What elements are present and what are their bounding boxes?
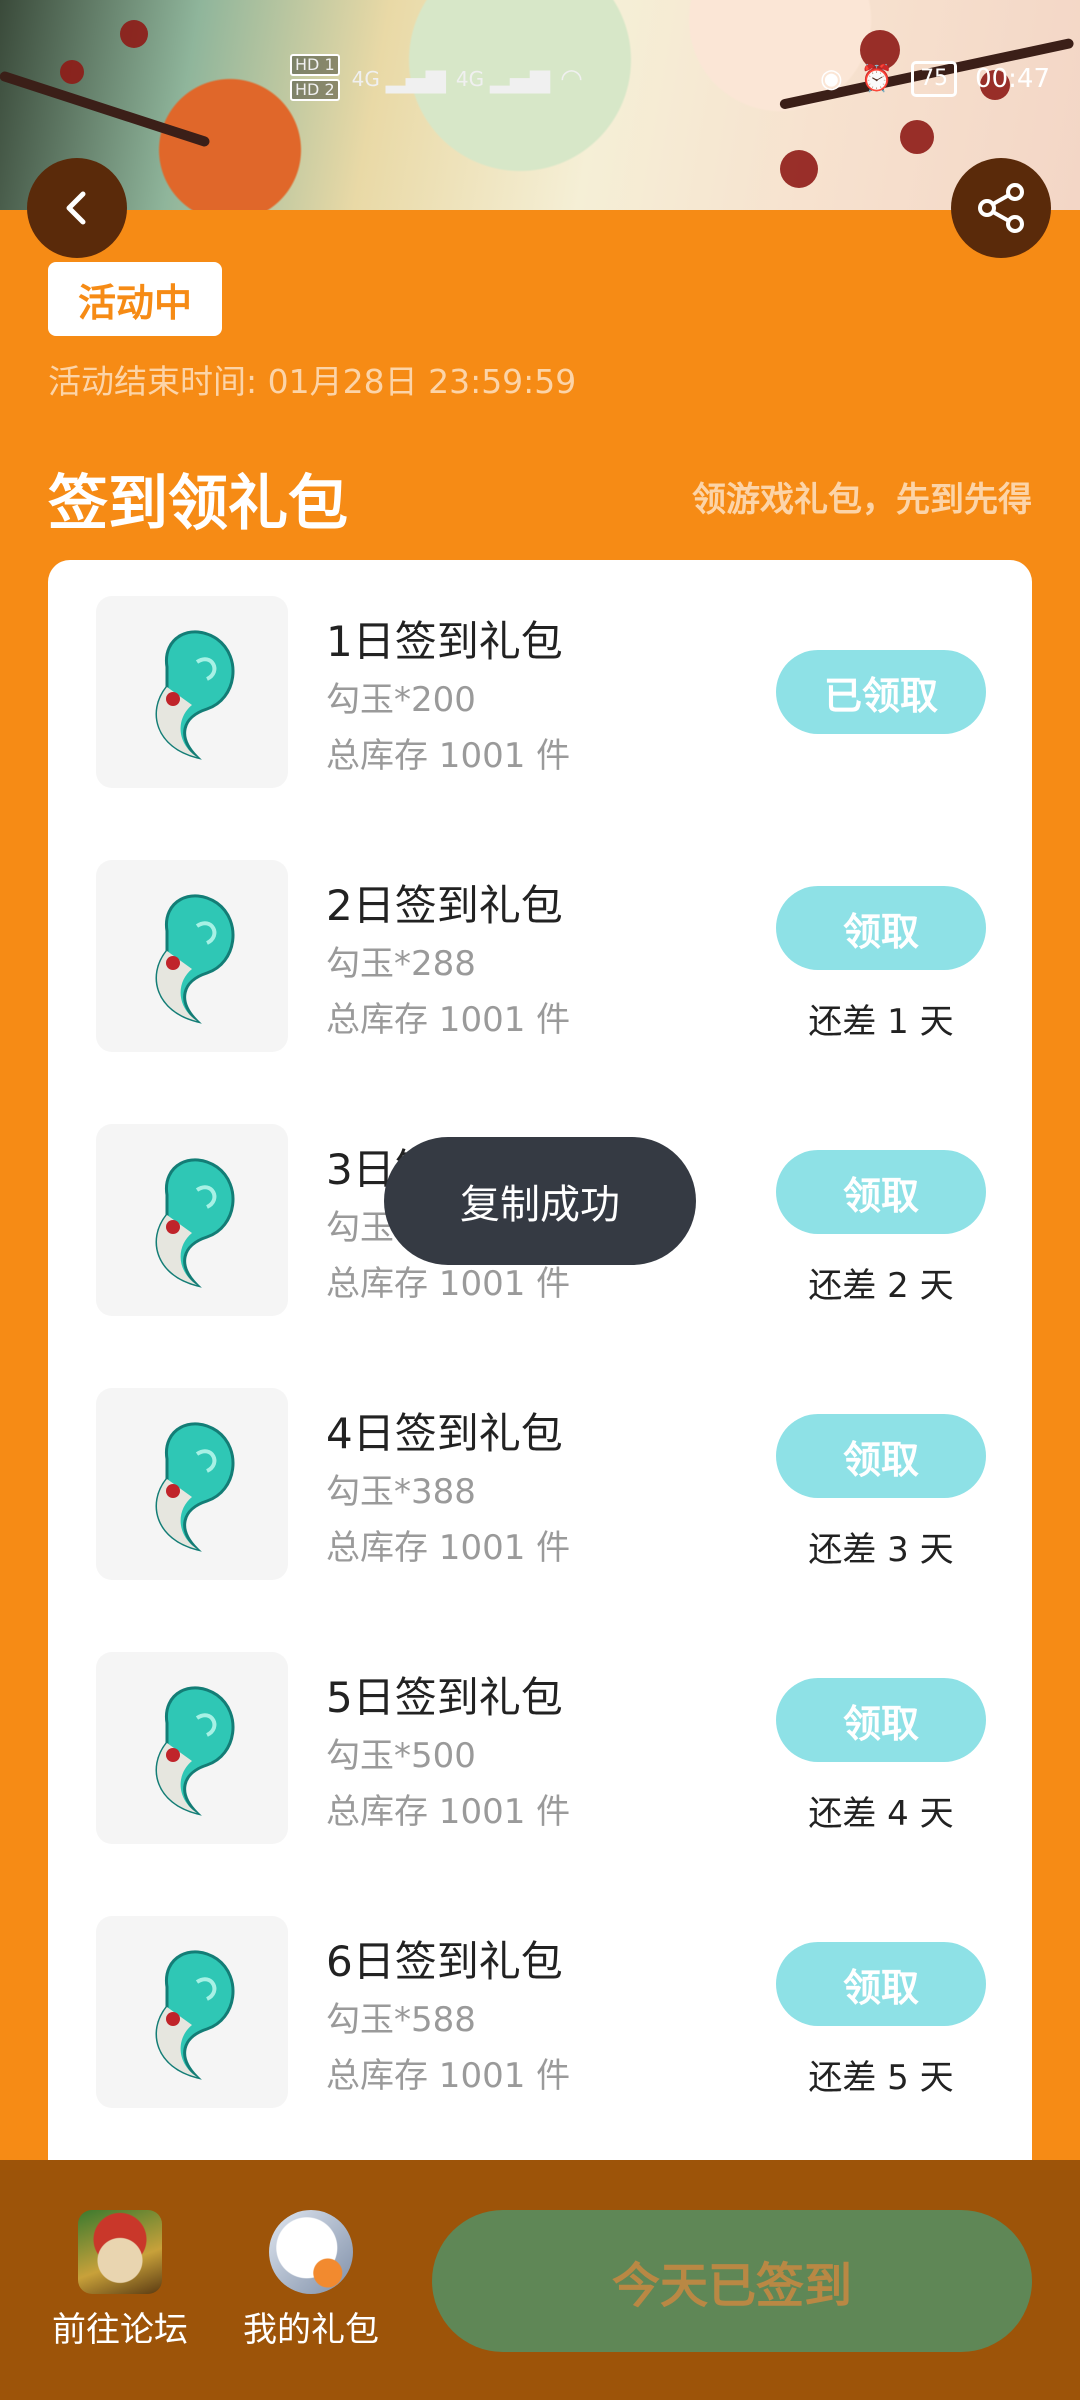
list-item: 2日签到礼包 勾玉*288 总库存 1001 件 领取 还差 1 天 xyxy=(48,824,1032,1088)
my-gifts-button[interactable]: 我的礼包 xyxy=(216,2210,406,2370)
magatama-icon xyxy=(155,1158,235,1288)
avatar-gift-icon xyxy=(269,2210,353,2294)
gift-stock: 总库存 1001 件 xyxy=(326,1000,571,1040)
gift-thumbnail xyxy=(96,596,288,788)
section-subtitle: 领游戏礼包，先到先得 xyxy=(692,480,1032,520)
list-item: 5日签到礼包 勾玉*500 总库存 1001 件 领取 还差 4 天 xyxy=(48,1616,1032,1880)
days-remaining: 还差 2 天 xyxy=(808,1266,954,1306)
back-button[interactable] xyxy=(27,158,127,258)
claim-button[interactable]: 领取 xyxy=(776,1942,986,2026)
sim2-label: HD 2 xyxy=(290,79,340,101)
list-item: 6日签到礼包 勾玉*588 总库存 1001 件 领取 还差 5 天 xyxy=(48,1880,1032,2144)
sim-indicator: HD 1 HD 2 xyxy=(290,54,340,104)
claim-button[interactable]: 领取 xyxy=(776,1678,986,1762)
gift-reward: 勾玉*500 xyxy=(326,1736,476,1776)
eye-icon: ◉ xyxy=(820,64,843,94)
gift-list-card: 1日签到礼包 勾玉*200 总库存 1001 件 已领取 2日签到礼包 勾玉*2… xyxy=(48,560,1032,2260)
forum-button[interactable]: 前往论坛 xyxy=(25,2210,215,2370)
gift-thumbnail xyxy=(96,1388,288,1580)
gift-stock: 总库存 1001 件 xyxy=(326,1792,571,1832)
gift-title: 1日签到礼包 xyxy=(326,617,563,666)
sim1-label: HD 1 xyxy=(290,54,340,76)
share-icon xyxy=(978,183,1024,233)
days-remaining: 还差 4 天 xyxy=(808,1794,954,1834)
copy-success-toast: 复制成功 xyxy=(384,1137,696,1265)
gift-thumbnail xyxy=(96,1124,288,1316)
gift-reward: 勾玉*588 xyxy=(326,2000,476,2040)
battery-icon: 75 xyxy=(911,61,958,97)
gift-stock: 总库存 1001 件 xyxy=(326,1528,571,1568)
gift-title: 2日签到礼包 xyxy=(326,881,563,930)
claim-button[interactable]: 领取 xyxy=(776,1150,986,1234)
signal-bars-icon: ▂▄▆ xyxy=(385,64,446,94)
gift-title: 6日签到礼包 xyxy=(326,1937,563,1986)
gift-title: 5日签到礼包 xyxy=(326,1673,563,1722)
gift-stock: 总库存 1001 件 xyxy=(326,2056,571,2096)
chevron-left-icon xyxy=(66,191,86,225)
magatama-icon xyxy=(155,1686,235,1816)
gift-thumbnail xyxy=(96,860,288,1052)
status-bar: HD 1 HD 2 4G ▂▄▆ 4G ▂▄▆ ◠ ◉ ⏰ 75 00:47 xyxy=(290,44,1050,114)
days-remaining: 还差 1 天 xyxy=(808,1002,954,1042)
magatama-icon xyxy=(155,1950,235,2080)
forum-label: 前往论坛 xyxy=(52,2310,188,2350)
signal-icon: 4G xyxy=(351,67,380,91)
gift-thumbnail xyxy=(96,1652,288,1844)
gift-thumbnail xyxy=(96,1916,288,2108)
list-item: 4日签到礼包 勾玉*388 总库存 1001 件 领取 还差 3 天 xyxy=(48,1352,1032,1616)
claimed-button[interactable]: 已领取 xyxy=(776,650,986,734)
header-banner-image: HD 1 HD 2 4G ▂▄▆ 4G ▂▄▆ ◠ ◉ ⏰ 75 00:47 xyxy=(0,0,1080,210)
forum-game-icon xyxy=(78,2210,162,2294)
signal2-icon: 4G xyxy=(455,67,485,91)
list-item: 1日签到礼包 勾玉*200 总库存 1001 件 已领取 xyxy=(48,560,1032,824)
magatama-icon xyxy=(155,630,235,760)
magatama-icon xyxy=(155,894,235,1024)
activity-status-badge: 活动中 xyxy=(48,262,222,336)
claim-button[interactable]: 领取 xyxy=(776,1414,986,1498)
share-button[interactable] xyxy=(951,158,1051,258)
activity-end-time: 活动结束时间: 01月28日 23:59:59 xyxy=(48,362,577,401)
gift-stock: 总库存 1001 件 xyxy=(326,736,571,776)
my-gifts-label: 我的礼包 xyxy=(243,2310,379,2350)
magatama-icon xyxy=(155,1422,235,1552)
days-remaining: 还差 5 天 xyxy=(808,2058,954,2098)
gift-reward: 勾玉*200 xyxy=(326,680,476,720)
gift-reward: 勾玉*388 xyxy=(326,1472,476,1512)
section-title: 签到领礼包 xyxy=(48,469,348,539)
gift-reward: 勾玉*288 xyxy=(326,944,476,984)
wifi-icon: ◠ xyxy=(560,64,583,94)
gift-title: 4日签到礼包 xyxy=(326,1409,563,1458)
days-remaining: 还差 3 天 xyxy=(808,1530,954,1570)
alarm-icon: ⏰ xyxy=(860,64,894,94)
bottom-action-bar: 前往论坛 我的礼包 今天已签到 xyxy=(0,2160,1080,2400)
claim-button[interactable]: 领取 xyxy=(776,886,986,970)
gift-page: HD 1 HD 2 4G ▂▄▆ 4G ▂▄▆ ◠ ◉ ⏰ 75 00:47 活… xyxy=(0,0,1080,2400)
signal-bars2-icon: ▂▄▆ xyxy=(490,64,551,94)
clock-time: 00:47 xyxy=(975,64,1050,94)
signed-in-today-button[interactable]: 今天已签到 xyxy=(432,2210,1032,2352)
